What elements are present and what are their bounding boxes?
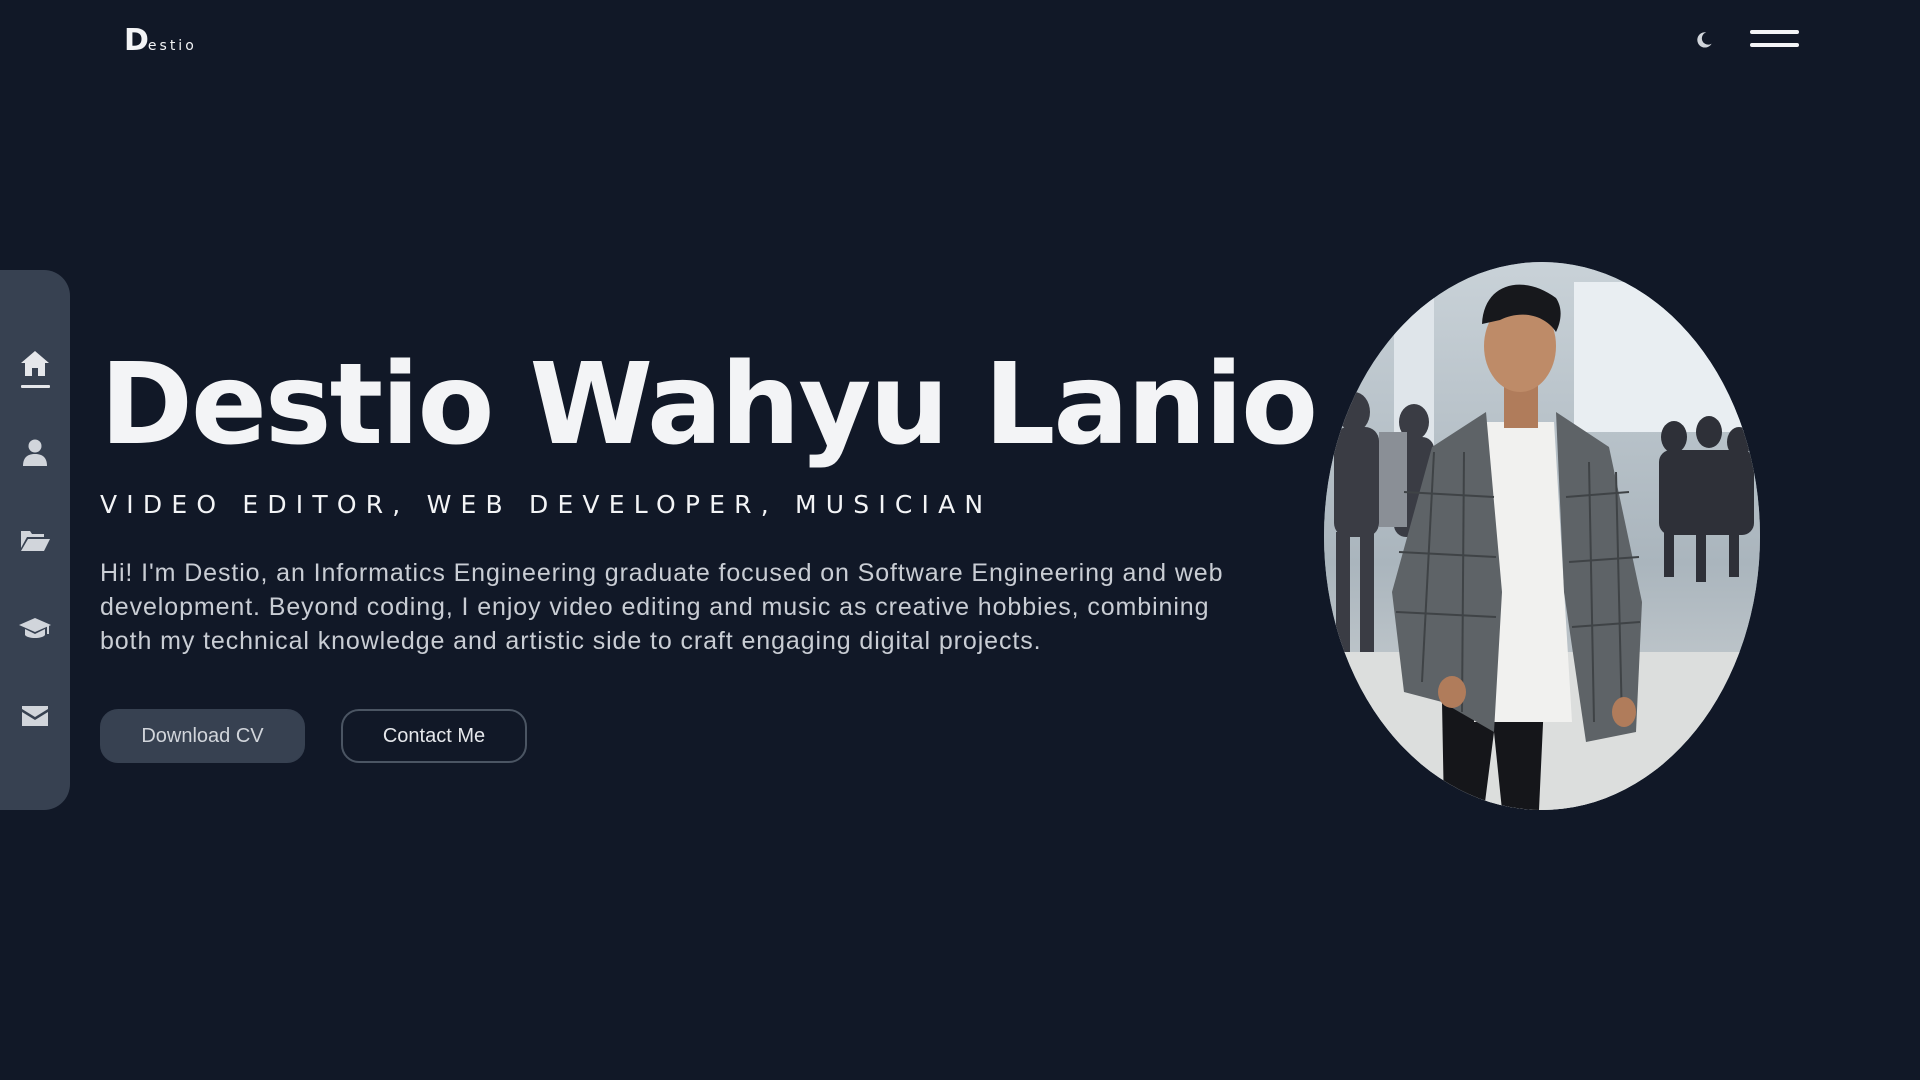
nav-item-contact[interactable]: [15, 696, 55, 736]
home-icon: [21, 351, 49, 376]
contact-me-button[interactable]: Contact Me: [341, 709, 527, 763]
theme-toggle-button[interactable]: [1690, 26, 1718, 54]
hero-description: Hi! I'm Destio, an Informatics Engineeri…: [100, 559, 1224, 655]
moon-icon: [1697, 32, 1712, 48]
graduation-cap-icon: [19, 618, 51, 638]
nav-item-about[interactable]: [15, 432, 55, 472]
nav-item-portfolio[interactable]: [15, 520, 55, 560]
logo-text: estio: [147, 38, 197, 54]
hamburger-line: [1750, 43, 1799, 47]
nav-item-home[interactable]: [15, 344, 55, 388]
nav-item-education[interactable]: [15, 608, 55, 648]
hamburger-menu-button[interactable]: [1748, 28, 1800, 52]
page: D estio Destio Wahyu Lanio VIDEO EDITOR,…: [0, 0, 1920, 1080]
hero-name: Destio Wahyu Lanio: [100, 340, 1318, 470]
envelope-icon: [22, 706, 48, 726]
profile-photo: [1324, 262, 1760, 810]
user-icon: [23, 439, 47, 466]
download-cv-button[interactable]: Download CV: [100, 709, 305, 763]
site-logo[interactable]: D estio: [124, 24, 197, 56]
folder-open-icon: [21, 531, 50, 551]
logo-mark: D: [124, 23, 149, 58]
side-navigation: [0, 270, 70, 810]
hero-roles: VIDEO EDITOR, WEB DEVELOPER, MUSICIAN: [100, 490, 993, 519]
hamburger-line: [1750, 30, 1799, 34]
active-indicator: [21, 385, 50, 388]
